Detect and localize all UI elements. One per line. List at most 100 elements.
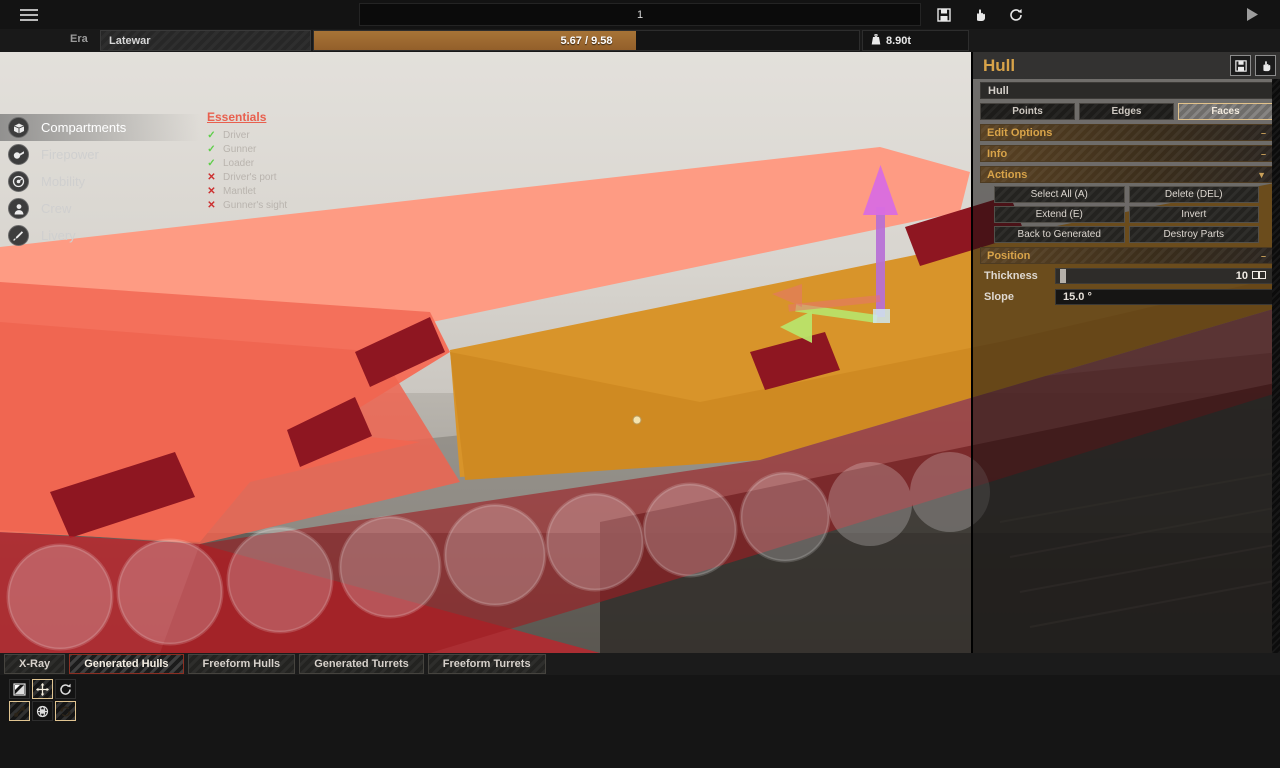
- tab-generated-hulls[interactable]: Generated Hulls: [69, 654, 184, 674]
- tab-generated-turrets[interactable]: Generated Turrets: [299, 654, 424, 674]
- sidebar-item-firepower[interactable]: Firepower: [0, 141, 200, 168]
- era-selector[interactable]: Latewar: [100, 30, 311, 51]
- reload-icon[interactable]: [1006, 5, 1026, 24]
- page-title: Hull: [983, 55, 1016, 75]
- category-tab-bar: X-Ray Generated Hulls Freeform Hulls Gen…: [0, 653, 1280, 675]
- section-position[interactable]: Position –: [980, 247, 1273, 264]
- brush-icon: [8, 225, 29, 246]
- list-item: ✕ Driver's port: [207, 170, 287, 184]
- collapse-icon: –: [1260, 148, 1266, 159]
- cost-bar-label: 5.67 / 9.58: [560, 34, 613, 47]
- local-rotation-icon[interactable]: [55, 701, 76, 721]
- category-sidebar[interactable]: Compartments Firepower Mobility Crew Liv…: [0, 114, 200, 249]
- collapse-icon: –: [1260, 250, 1266, 261]
- thickness-value-group: 10: [1236, 269, 1266, 283]
- sidebar-item-label: Mobility: [41, 174, 86, 189]
- essential-label: Gunner's sight: [223, 199, 288, 211]
- weight-value: 8.90t: [886, 34, 912, 47]
- sidebar-item-crew[interactable]: Crew: [0, 195, 200, 222]
- object-name-field[interactable]: Hull: [980, 82, 1273, 99]
- essential-label: Driver's port: [223, 171, 277, 183]
- thickness-slider[interactable]: 10: [1055, 268, 1273, 284]
- panel-header: Hull: [973, 52, 1280, 79]
- wheel-icon: [8, 171, 29, 192]
- essential-label: Driver: [223, 129, 250, 141]
- section-label: Position: [987, 249, 1031, 262]
- list-item: ✕ Mantlet: [207, 184, 287, 198]
- box-icon: [8, 117, 29, 138]
- essentials-title: Essentials: [207, 110, 267, 124]
- rotate-tool-icon[interactable]: [55, 679, 76, 699]
- slider-handle[interactable]: [1060, 269, 1067, 283]
- sidebar-item-label: Compartments: [41, 120, 127, 135]
- play-icon[interactable]: [1242, 5, 1262, 24]
- sidebar-item-compartments[interactable]: Compartments: [0, 114, 200, 141]
- weight-indicator: 8.90t: [862, 30, 969, 51]
- hand-load-icon[interactable]: [1255, 55, 1276, 76]
- cross-icon: ✕: [207, 185, 216, 197]
- essential-label: Loader: [223, 157, 255, 169]
- essential-label: Gunner: [223, 143, 257, 155]
- tab-freeform-turrets[interactable]: Freeform Turrets: [427, 654, 546, 674]
- tab-freeform-hulls[interactable]: Freeform Hulls: [187, 654, 296, 674]
- collapse-icon: –: [1260, 127, 1266, 138]
- tab-points[interactable]: Points: [980, 103, 1075, 120]
- section-label: Info: [987, 147, 1008, 160]
- bottom-dock: X-Ray Generated Hulls Freeform Hulls Gen…: [0, 653, 1280, 768]
- essential-label: Mantlet: [223, 185, 256, 197]
- hand-load-icon[interactable]: [970, 5, 990, 24]
- app-root: Compartments Firepower Mobility Crew Liv…: [0, 0, 1280, 768]
- slope-input[interactable]: 15.0 °: [1055, 289, 1273, 305]
- list-item: ✕ Gunner's sight: [207, 198, 287, 212]
- move-tool-icon[interactable]: [32, 679, 53, 699]
- list-item: ✓ Gunner: [207, 142, 287, 156]
- design-name-input[interactable]: 1: [359, 3, 921, 26]
- tab-faces[interactable]: Faces: [1178, 103, 1273, 120]
- list-item: ✓ Loader: [207, 156, 287, 170]
- tab-xray[interactable]: X-Ray: [4, 654, 66, 674]
- slope-label: Slope: [984, 291, 1014, 303]
- scale-tool-icon[interactable]: [9, 679, 30, 699]
- transform-gizmo[interactable]: [740, 157, 940, 357]
- thickness-value: 10: [1235, 270, 1248, 282]
- cross-icon: ✕: [207, 171, 216, 183]
- back-to-generated-button[interactable]: Back to Generated: [994, 226, 1125, 243]
- person-icon: [8, 198, 29, 219]
- panel-scrollbar[interactable]: [1272, 79, 1280, 653]
- thickness-label: Thickness: [984, 270, 1038, 282]
- era-label: Era: [70, 33, 88, 45]
- delete-button[interactable]: Delete (DEL): [1128, 186, 1259, 203]
- mode-tabs[interactable]: Points Edges Faces: [980, 103, 1273, 120]
- extend-button[interactable]: Extend (E): [994, 206, 1125, 223]
- save-icon[interactable]: [934, 5, 954, 24]
- section-label: Actions: [987, 168, 1028, 181]
- hamburger-icon[interactable]: [12, 0, 46, 29]
- section-edit-options[interactable]: Edit Options –: [980, 124, 1273, 141]
- list-item: ✓ Driver: [207, 128, 287, 142]
- destroy-parts-button[interactable]: Destroy Parts: [1128, 226, 1259, 243]
- section-actions[interactable]: Actions ▼: [980, 166, 1273, 183]
- transform-tool-group: [9, 679, 76, 721]
- check-icon: ✓: [207, 143, 216, 155]
- sidebar-item-mobility[interactable]: Mobility: [0, 168, 200, 195]
- panel-body: Hull Points Edges Faces Edit Options – I…: [973, 79, 1280, 306]
- ruler-icon: [1252, 270, 1266, 282]
- section-label: Edit Options: [987, 126, 1053, 139]
- cannon-icon: [8, 144, 29, 165]
- cost-bar: 5.67 / 9.58: [313, 30, 860, 51]
- save-icon[interactable]: [1230, 55, 1251, 76]
- sidebar-item-label: Livery: [41, 228, 76, 243]
- sidebar-item-livery[interactable]: Livery: [0, 222, 200, 249]
- tab-edges[interactable]: Edges: [1079, 103, 1174, 120]
- properties-panel: Hull Hull Points Edges Faces Edit Option…: [971, 52, 1280, 653]
- section-info[interactable]: Info –: [980, 145, 1273, 162]
- global-space-icon[interactable]: [32, 701, 53, 721]
- thickness-row: Thickness 10: [980, 267, 1273, 285]
- check-icon: ✓: [207, 129, 216, 141]
- sidebar-item-label: Firepower: [41, 147, 99, 162]
- select-all-button[interactable]: Select All (A): [994, 186, 1125, 203]
- invert-button[interactable]: Invert: [1128, 206, 1259, 223]
- check-icon: ✓: [207, 157, 216, 169]
- snap-tool-icon[interactable]: [9, 701, 30, 721]
- gizmo-center: [873, 309, 890, 323]
